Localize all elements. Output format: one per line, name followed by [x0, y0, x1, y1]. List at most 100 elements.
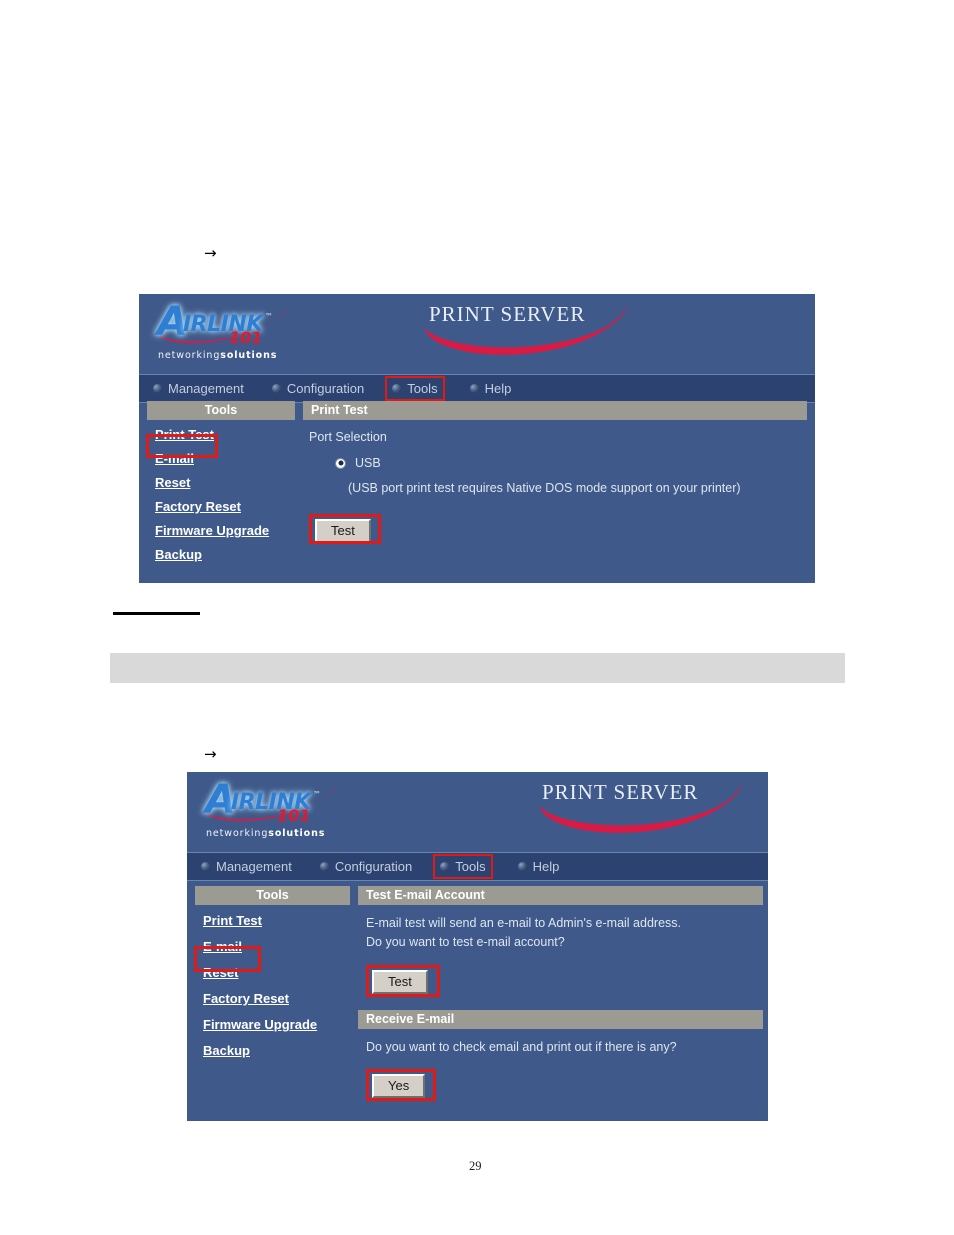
masthead-two: A IRLINK ™ 101 networkingsolutions PRINT… [187, 772, 768, 852]
nav-bullet-icon [440, 862, 450, 871]
tools-sidebar-two: Tools Print Test E-mail Reset Factory Re… [195, 886, 350, 1060]
print-test-content: Print Test Port Selection USB (USB port … [303, 401, 807, 544]
logo-tagline: networkingsolutions [158, 350, 277, 361]
print-test-note: (USB port print test requires Native DOS… [348, 480, 741, 495]
receive-email-line-1: Do you want to check email and print out… [366, 1039, 677, 1054]
nav-label: Help [532, 859, 560, 874]
logo-trademark-icon: ™ [265, 312, 273, 321]
sidebar-item-label: Firmware Upgrade [203, 1017, 318, 1032]
nav-label: Help [484, 381, 512, 396]
test-email-line-1: E-mail test will send an e-mail to Admin… [366, 916, 682, 930]
sidebar-header: Tools [195, 886, 350, 905]
section-header-receive-email: Receive E-mail [358, 1009, 763, 1029]
logo-trademark-icon: ™ [313, 790, 321, 799]
sidebar-item-label: Print Test [203, 913, 262, 928]
email-content: Test E-mail Account E-mail test will sen… [358, 886, 763, 1101]
nav-bullet-icon [271, 384, 281, 393]
receive-yes-button-wrapper: Yes [366, 1068, 456, 1101]
print-server-title-one: PRINT SERVER [429, 302, 586, 326]
test-button-wrapper: Test [309, 513, 399, 544]
nav-item-management[interactable]: Management [149, 379, 248, 398]
section-header-print-test: Print Test [303, 401, 807, 420]
sidebar-item-email[interactable]: E-mail [195, 938, 350, 956]
sidebar-item-backup[interactable]: Backup [195, 1042, 350, 1060]
logo-tagline-bold: solutions [268, 828, 326, 839]
airlink-logo: A IRLINK ™ 101 networkingsolutions [155, 299, 337, 361]
section-divider-rule [113, 612, 200, 615]
email-test-button[interactable]: Test [372, 969, 428, 995]
sidebar-item-backup[interactable]: Backup [147, 546, 295, 564]
email-screenshot-panel: A IRLINK ™ 101 networkingsolutions PRINT… [187, 772, 768, 1121]
print-server-title-two: PRINT SERVER [542, 780, 699, 804]
sidebar-item-label: Factory Reset [203, 991, 289, 1006]
nav-item-help[interactable]: Help [514, 857, 564, 876]
usb-radio-button[interactable] [335, 457, 346, 469]
sidebar-item-email[interactable]: E-mail [147, 450, 295, 468]
port-selection-label: Port Selection [309, 430, 387, 444]
nav-label: Configuration [334, 859, 413, 874]
nav-label: Management [168, 381, 244, 396]
sidebar-item-firmware-upgrade[interactable]: Firmware Upgrade [147, 522, 295, 540]
sidebar-header: Tools [147, 401, 295, 420]
nav-label: Tools [407, 381, 438, 396]
sidebar-item-print-test[interactable]: Print Test [195, 912, 350, 930]
nav-bullet-icon [469, 384, 479, 393]
sidebar-item-label: Backup [155, 547, 202, 562]
nav-bullet-icon [392, 384, 402, 393]
nav-bullet-icon [517, 862, 527, 871]
sidebar-item-label: Firmware Upgrade [155, 523, 270, 538]
step-arrow-marker-2: → [204, 745, 217, 763]
sidebar-item-label: Backup [203, 1043, 250, 1058]
logo-letter-a: A [205, 777, 236, 823]
nav-label: Tools [455, 859, 486, 874]
sidebar-item-label: Print Test [155, 427, 214, 442]
nav-item-tools[interactable]: Tools [433, 854, 493, 879]
masthead-one: A IRLINK ™ 101 networkingsolutions PRINT… [139, 294, 815, 374]
logo-tagline-bold: solutions [220, 350, 278, 361]
panel-body-one: Tools Print Test E-mail Reset Factory Re… [139, 401, 815, 583]
step-arrow-marker-1: → [204, 244, 217, 262]
tools-sidebar-one: Tools Print Test E-mail Reset Factory Re… [147, 401, 295, 564]
sidebar-item-label: E-mail [203, 939, 243, 954]
nav-bullet-icon [201, 862, 210, 871]
nav-bullet-icon [153, 384, 162, 393]
sidebar-item-factory-reset[interactable]: Factory Reset [195, 990, 350, 1008]
print-test-screenshot-panel: A IRLINK ™ 101 networkingsolutions PRINT… [139, 294, 815, 583]
logo-letter-a: A [157, 299, 188, 345]
nav-item-management[interactable]: Management [197, 857, 296, 876]
nav-label: Management [216, 859, 292, 874]
logo-101-text: 101 [229, 328, 263, 347]
section-header-test-email-account: Test E-mail Account [358, 886, 763, 905]
airlink-logo: A IRLINK ™ 101 networkingsolutions [203, 777, 385, 839]
nav-item-help[interactable]: Help [466, 379, 516, 398]
nav-label: Configuration [286, 381, 365, 396]
nav-item-configuration[interactable]: Configuration [268, 379, 368, 398]
logo-tagline-light: networking [158, 350, 221, 361]
test-email-line-2: Do you want to test e-mail account? [366, 934, 565, 949]
sidebar-item-factory-reset[interactable]: Factory Reset [147, 498, 295, 516]
usb-radio-row[interactable]: USB [335, 455, 807, 472]
nav-bullet-icon [319, 862, 329, 871]
sidebar-item-label: Reset [203, 965, 239, 980]
sidebar-item-reset[interactable]: Reset [147, 474, 295, 492]
usb-radio-label: USB [355, 455, 381, 470]
sidebar-item-firmware-upgrade[interactable]: Firmware Upgrade [195, 1016, 350, 1034]
sidebar-item-label: Reset [155, 475, 191, 490]
main-nav-one: Management Configuration Tools Help [139, 374, 815, 403]
sidebar-item-print-test[interactable]: Print Test [147, 426, 295, 444]
nav-item-configuration[interactable]: Configuration [316, 857, 416, 876]
nav-item-tools[interactable]: Tools [385, 376, 445, 401]
logo-tagline-light: networking [206, 828, 269, 839]
section-heading-band [110, 653, 845, 683]
page-number: 29 [469, 1159, 482, 1173]
sidebar-item-reset[interactable]: Reset [195, 964, 350, 982]
logo-tagline: networkingsolutions [206, 828, 325, 839]
email-test-button-wrapper: Test [366, 964, 456, 997]
sidebar-item-label: Factory Reset [155, 499, 241, 514]
main-nav-two: Management Configuration Tools Help [187, 852, 768, 881]
sidebar-item-label: E-mail [155, 451, 195, 466]
logo-101-text: 101 [277, 806, 311, 825]
test-button[interactable]: Test [315, 518, 371, 544]
panel-body-two: Tools Print Test E-mail Reset Factory Re… [187, 886, 768, 1121]
receive-email-yes-button[interactable]: Yes [372, 1073, 426, 1099]
